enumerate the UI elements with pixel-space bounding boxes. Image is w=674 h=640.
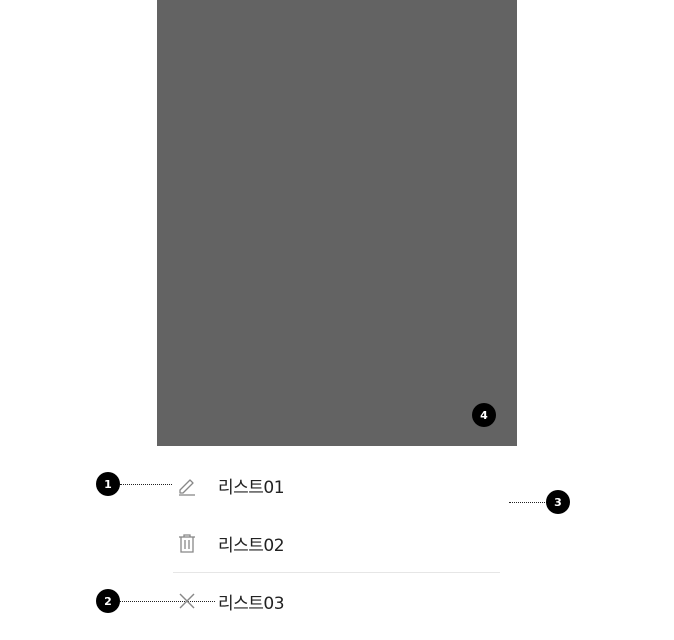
callout-number: 3 (554, 495, 562, 509)
bottom-sheet-guide: 4 1 3 리스트01 리스트02 2 리스트03 (0, 0, 674, 640)
menu-item-label: 리스트03 (218, 593, 285, 614)
callout-number: 1 (104, 477, 112, 491)
callout-number: 2 (104, 594, 112, 608)
menu-item-label: 리스트01 (218, 477, 285, 498)
menu-item-edit[interactable]: 리스트01 (173, 465, 499, 505)
callout-badge-2: 2 (96, 589, 120, 613)
callout-leader-3 (509, 502, 547, 503)
callout-number: 4 (480, 408, 488, 422)
callout-badge-3: 3 (546, 490, 570, 514)
dim-overlay[interactable] (157, 0, 517, 446)
callout-leader-1 (120, 484, 172, 485)
menu-item-delete[interactable]: 리스트02 (173, 523, 499, 563)
close-icon[interactable] (173, 587, 201, 615)
menu-divider (173, 572, 500, 573)
callout-badge-4: 4 (472, 403, 496, 427)
menu-item-label: 리스트02 (218, 535, 285, 556)
menu-item-close[interactable]: 리스트03 (173, 581, 499, 621)
pencil-icon (173, 471, 201, 499)
trash-icon (173, 529, 201, 557)
callout-badge-1: 1 (96, 472, 120, 496)
